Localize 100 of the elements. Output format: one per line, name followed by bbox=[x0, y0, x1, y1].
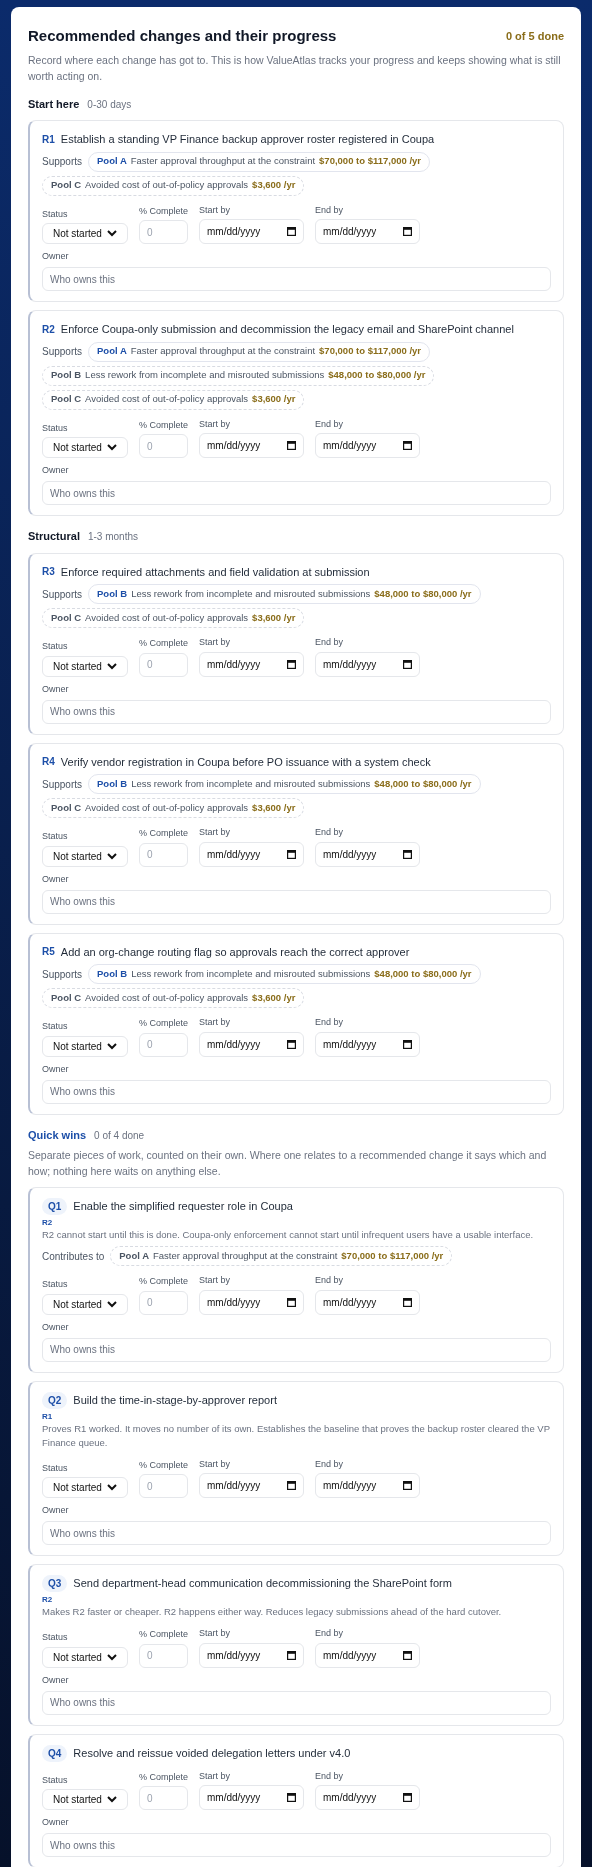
owner-field[interactable]: Who owns this bbox=[42, 699, 551, 724]
date-field[interactable]: mm/dd/yyyy bbox=[315, 219, 421, 244]
field-label: Owner bbox=[42, 1673, 70, 1687]
status-select[interactable]: Not started bbox=[42, 1035, 128, 1057]
field-label: % Complete bbox=[139, 204, 189, 218]
date-field[interactable]: mm/dd/yyyy bbox=[199, 1031, 305, 1057]
calendar-icon bbox=[403, 441, 413, 450]
section-subtitle: 1-3 months bbox=[87, 530, 138, 544]
status-select[interactable]: Not started bbox=[42, 845, 128, 867]
date-field[interactable]: mm/dd/yyyy bbox=[315, 433, 421, 458]
owner-field[interactable]: Who owns this bbox=[42, 1337, 551, 1362]
field-label: % Complete bbox=[139, 637, 189, 650]
percent-field[interactable]: 0 bbox=[139, 220, 188, 244]
owner-field[interactable]: Who owns this bbox=[42, 481, 551, 505]
pool-description: Less rework from incomplete and misrouted submissions bbox=[131, 966, 371, 981]
change-code: Q4 bbox=[42, 1744, 68, 1762]
field-label: Owner bbox=[42, 1062, 70, 1076]
date-field[interactable]: mm/dd/yyyy bbox=[199, 1473, 305, 1498]
percent-field[interactable]: 0 bbox=[139, 842, 188, 867]
field-label: Status bbox=[42, 830, 69, 843]
field-label: % Complete bbox=[139, 827, 189, 840]
field-label: Status bbox=[42, 1773, 69, 1787]
field-label: End by bbox=[315, 1274, 345, 1287]
date-field[interactable]: mm/dd/yyyy bbox=[199, 219, 305, 244]
date-field[interactable]: mm/dd/yyyy bbox=[315, 1289, 421, 1315]
field-label: Status bbox=[42, 1461, 69, 1475]
pool-amount: $48,000 to $80,000 /yr bbox=[374, 966, 472, 981]
date-field[interactable]: mm/dd/yyyy bbox=[199, 433, 305, 458]
owner-field[interactable]: Who owns this bbox=[42, 1833, 551, 1857]
chevron-down-icon bbox=[107, 662, 117, 670]
change-code: R4 bbox=[42, 755, 55, 770]
owner-field[interactable]: Who owns this bbox=[42, 1521, 551, 1545]
panel-title: Recommended changes and their progress bbox=[28, 26, 337, 46]
change-code: R5 bbox=[42, 945, 55, 960]
section-subtitle: 0 of 4 done bbox=[94, 1128, 145, 1143]
pool-name: Pool C bbox=[51, 990, 82, 1005]
pools-label: Supports bbox=[42, 587, 83, 602]
date-field[interactable]: mm/dd/yyyy bbox=[199, 1642, 305, 1668]
field-label: Start by bbox=[199, 417, 232, 431]
field-label: Start by bbox=[199, 826, 232, 839]
field-label: Status bbox=[42, 1020, 69, 1033]
pool-amount: $3,600 /yr bbox=[252, 392, 296, 407]
status-select[interactable]: Not started bbox=[42, 437, 128, 458]
percent-field[interactable]: 0 bbox=[139, 1290, 188, 1315]
status-select[interactable]: Not started bbox=[42, 223, 128, 244]
percent-field[interactable]: 0 bbox=[139, 1786, 188, 1810]
status-select[interactable]: Not started bbox=[42, 1293, 128, 1315]
date-field[interactable]: mm/dd/yyyy bbox=[315, 651, 421, 677]
percent-field[interactable]: 0 bbox=[139, 1643, 188, 1668]
calendar-icon bbox=[287, 1481, 297, 1490]
related-change: R2 bbox=[42, 1594, 54, 1605]
pool-amount: $48,000 to $80,000 /yr bbox=[374, 776, 472, 791]
calendar-icon bbox=[403, 1039, 413, 1049]
date-field[interactable]: mm/dd/yyyy bbox=[199, 841, 305, 867]
chevron-down-icon bbox=[107, 444, 117, 451]
date-field[interactable]: mm/dd/yyyy bbox=[199, 1289, 305, 1315]
change-title: Build the time-in-stage-by-approver report bbox=[73, 1392, 277, 1408]
field-label: % Complete bbox=[139, 1275, 189, 1288]
owner-field[interactable]: Who owns this bbox=[42, 267, 551, 291]
percent-field[interactable]: 0 bbox=[139, 434, 188, 458]
date-field[interactable]: mm/dd/yyyy bbox=[315, 1031, 421, 1057]
chevron-down-icon bbox=[107, 1653, 117, 1661]
owner-field[interactable]: Who owns this bbox=[42, 1690, 551, 1715]
field-label: Start by bbox=[199, 1457, 232, 1471]
date-field[interactable]: mm/dd/yyyy bbox=[315, 1473, 421, 1498]
status-select[interactable]: Not started bbox=[42, 655, 128, 677]
change-code: Q3 bbox=[42, 1575, 68, 1592]
date-field[interactable]: mm/dd/yyyy bbox=[199, 651, 305, 677]
status-select[interactable]: Not started bbox=[42, 1477, 128, 1498]
field-label: Status bbox=[42, 1278, 69, 1291]
change-title: Send department-head communication decommissioning the SharePoint form bbox=[73, 1576, 452, 1592]
pool-amount: $3,600 /yr bbox=[252, 800, 296, 815]
date-field[interactable]: mm/dd/yyyy bbox=[315, 1785, 421, 1810]
calendar-icon bbox=[403, 1650, 413, 1660]
date-field[interactable]: mm/dd/yyyy bbox=[315, 841, 421, 867]
percent-field[interactable]: 0 bbox=[139, 652, 188, 677]
percent-field[interactable]: 0 bbox=[139, 1474, 188, 1498]
status-select[interactable]: Not started bbox=[42, 1646, 128, 1668]
pool-description: Less rework from incomplete and misrouted submissions bbox=[131, 776, 371, 791]
change-title: Enforce required attachments and field validation at submission bbox=[60, 564, 370, 580]
chevron-down-icon bbox=[107, 1484, 117, 1491]
status-select[interactable]: Not started bbox=[42, 1789, 128, 1810]
field-label: Owner bbox=[42, 464, 70, 477]
change-note: Makes R2 faster or cheaper. R2 happens either way. Reduces legacy submissions ahead of the hard cutover. bbox=[42, 1605, 503, 1619]
owner-field[interactable]: Who owns this bbox=[42, 889, 551, 914]
calendar-icon bbox=[287, 1793, 297, 1802]
field-label: Status bbox=[42, 640, 69, 653]
field-label: End by bbox=[315, 636, 345, 649]
change-title: Establish a standing VP Finance backup approver roster registered in Coupa bbox=[60, 132, 435, 147]
pool-amount: $48,000 to $80,000 /yr bbox=[374, 586, 472, 601]
date-field[interactable]: mm/dd/yyyy bbox=[199, 1785, 305, 1810]
pools-label: Supports bbox=[42, 345, 83, 359]
percent-field[interactable]: 0 bbox=[139, 1032, 188, 1057]
progress-count: 0 of 5 done bbox=[505, 29, 564, 44]
field-label: Owner bbox=[42, 1320, 70, 1334]
related-change: R1 bbox=[42, 1410, 54, 1422]
change-title: Resolve and reissue voided delegation letters under v4.0 bbox=[73, 1745, 351, 1761]
pool-name: Pool C bbox=[51, 800, 82, 815]
owner-field[interactable]: Who owns this bbox=[42, 1079, 551, 1104]
date-field[interactable]: mm/dd/yyyy bbox=[315, 1642, 421, 1668]
